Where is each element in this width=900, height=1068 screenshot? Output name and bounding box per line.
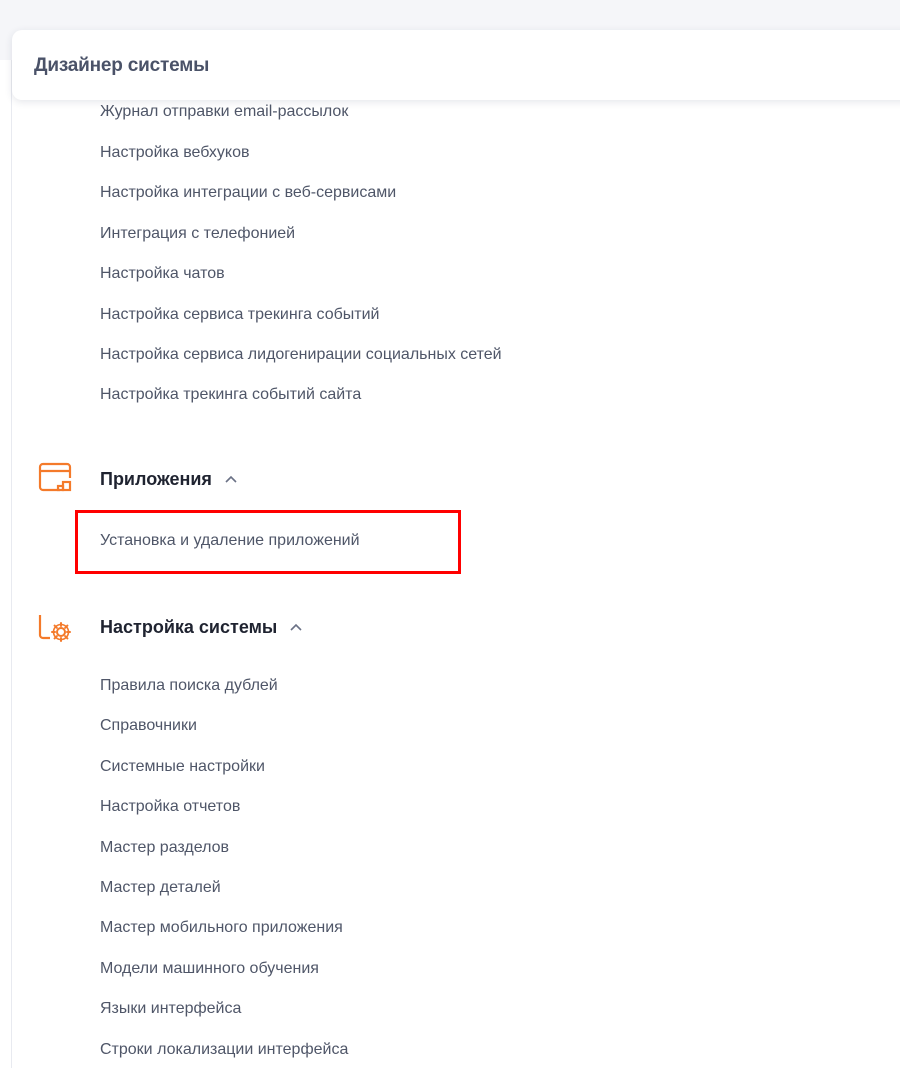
menu-item-section-wizard[interactable]: Мастер разделов <box>100 838 229 858</box>
system-designer-header: Дизайнер системы <box>12 30 900 100</box>
menu-item-mobile-app-wizard[interactable]: Мастер мобильного приложения <box>100 918 343 938</box>
page-title: Дизайнер системы <box>34 55 210 76</box>
menu-item-lookups[interactable]: Справочники <box>100 716 197 736</box>
menu-item-event-tracking-service[interactable]: Настройка сервиса трекинга событий <box>100 305 379 325</box>
section-system-settings[interactable]: Настройка системы <box>38 610 303 644</box>
left-divider <box>11 60 12 1068</box>
menu-item-web-services-integration[interactable]: Настройка интеграции с веб-сервисами <box>100 183 396 203</box>
menu-item-localization-strings[interactable]: Строки локализации интерфейса <box>100 1040 348 1060</box>
chevron-up-icon[interactable] <box>289 620 303 634</box>
menu-item-detail-wizard[interactable]: Мастер деталей <box>100 878 221 898</box>
section-title-applications: Приложения <box>100 468 212 489</box>
menu-item-social-lead-generation[interactable]: Настройка сервиса лидогенирации социальн… <box>100 345 502 365</box>
apps-window-icon <box>38 462 72 496</box>
menu-item-telephony-integration[interactable]: Интеграция с телефонией <box>100 224 295 244</box>
section-title-system-settings: Настройка системы <box>100 616 278 637</box>
menu-item-system-settings[interactable]: Системные настройки <box>100 757 265 777</box>
section-applications[interactable]: Приложения <box>38 462 238 496</box>
settings-gear-window-icon <box>38 610 72 644</box>
menu-item-site-event-tracking[interactable]: Настройка трекинга событий сайта <box>100 385 361 405</box>
menu-item-email-log[interactable]: Журнал отправки email-рассылок <box>100 102 348 122</box>
menu-item-interface-languages[interactable]: Языки интерфейса <box>100 999 241 1019</box>
system-designer-page: Дизайнер системы Журнал отправки email-р… <box>0 0 900 1068</box>
menu-item-ml-models[interactable]: Модели машинного обучения <box>100 959 319 979</box>
menu-item-report-settings[interactable]: Настройка отчетов <box>100 797 240 817</box>
menu-item-duplicate-rules[interactable]: Правила поиска дублей <box>100 676 278 696</box>
chevron-up-icon[interactable] <box>224 472 238 486</box>
highlight-frame <box>75 510 461 574</box>
menu-item-chats-settings[interactable]: Настройка чатов <box>100 264 225 284</box>
menu-item-webhooks[interactable]: Настройка вебхуков <box>100 143 249 163</box>
